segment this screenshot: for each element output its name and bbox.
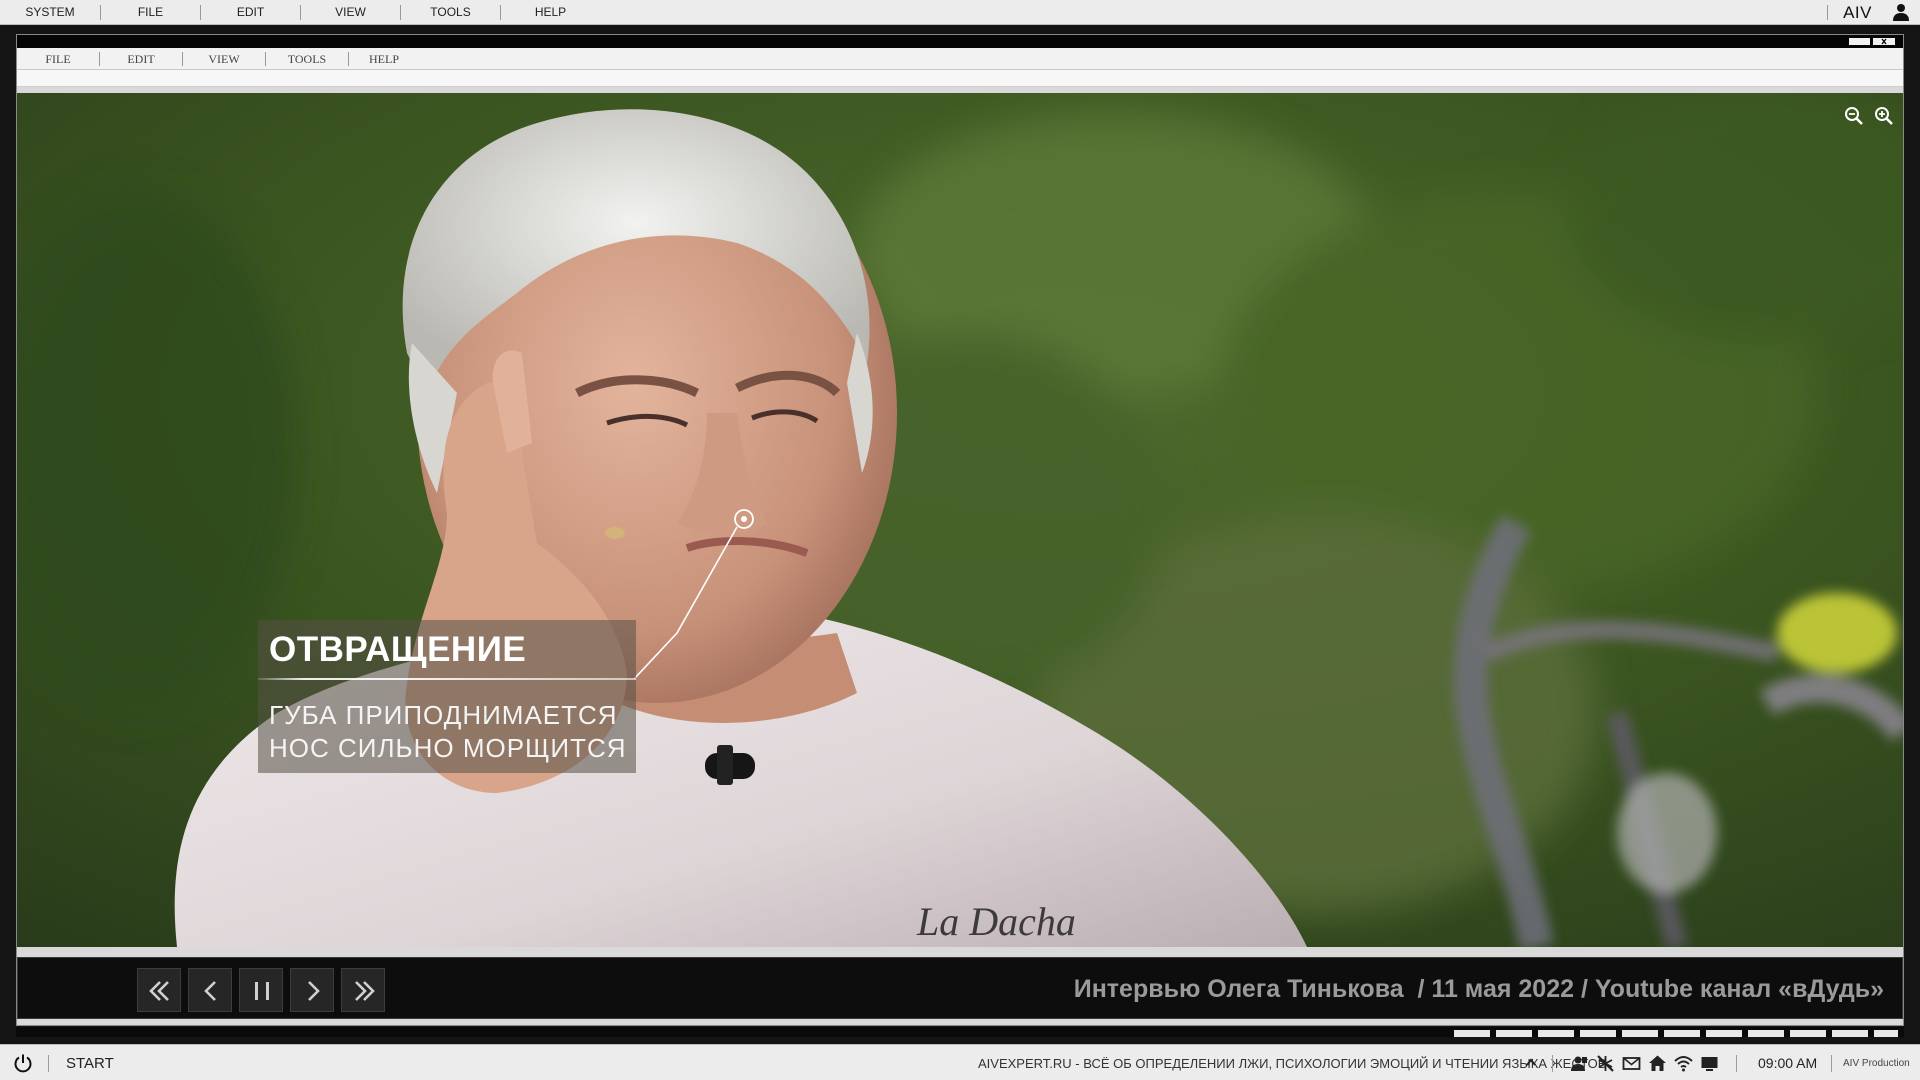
- production-credit: AIV Production: [1843, 1058, 1910, 1069]
- start-button[interactable]: START: [66, 1045, 114, 1080]
- menu-divider: [1827, 5, 1828, 20]
- minimize-button[interactable]: [1849, 38, 1870, 45]
- double-chevron-left-icon: [149, 981, 169, 1001]
- user-icon[interactable]: [1570, 1054, 1589, 1073]
- timeline-segment: [1874, 1030, 1898, 1037]
- caption-underline: [258, 678, 636, 680]
- pause-icon: [255, 982, 269, 1000]
- zoom-out-icon[interactable]: [1843, 105, 1865, 127]
- taskbar-divider: [1552, 1055, 1553, 1072]
- wifi-icon[interactable]: [1674, 1054, 1693, 1073]
- app-menu-tools[interactable]: TOOLS: [266, 48, 348, 70]
- video-frame: La Dacha: [17, 93, 1903, 947]
- system-menu: SYSTEM FILE EDIT VIEW TOOLS HELP: [0, 0, 600, 25]
- chevron-left-icon: [204, 981, 216, 1001]
- system-menu-file[interactable]: FILE: [101, 0, 200, 25]
- taskbar-divider: [48, 1055, 49, 1072]
- power-icon[interactable]: [13, 1053, 33, 1073]
- timeline-segment: [1454, 1030, 1490, 1037]
- timeline-segment: [1748, 1030, 1784, 1037]
- system-menu-view[interactable]: VIEW: [301, 0, 400, 25]
- brand-label: AIV: [1843, 3, 1872, 22]
- shirt-print-text: La Dacha: [916, 899, 1076, 944]
- system-menu-system[interactable]: SYSTEM: [0, 0, 100, 25]
- timeline-strip[interactable]: [16, 1027, 1904, 1037]
- timeline-segment: [1832, 1030, 1868, 1037]
- taskbar-divider: [1831, 1055, 1832, 1072]
- toolbar-strip: [17, 70, 1903, 87]
- close-icon: [1881, 38, 1887, 45]
- next-button[interactable]: [290, 968, 334, 1012]
- app-menu-edit[interactable]: EDIT: [100, 48, 182, 70]
- emotion-caption: ОТВРАЩЕНИЕ ГУБА ПРИПОДНИМАЕТСЯ НОС СИЛЬН…: [258, 620, 636, 773]
- system-menu-edit[interactable]: EDIT: [201, 0, 300, 25]
- video-source-label: Интервью Олега Тинькова / 11 мая 2022 / …: [1073, 975, 1884, 1003]
- clock: 09:00 AM: [1758, 1055, 1818, 1071]
- network-off-icon[interactable]: [1596, 1054, 1615, 1073]
- emotion-title: ОТВРАЩЕНИЕ: [269, 630, 527, 669]
- taskbar: START AIVEXPERT.RU - ВСЁ ОБ ОПРЕДЕЛЕНИИ …: [0, 1044, 1920, 1080]
- double-chevron-right-icon: [355, 981, 375, 1001]
- timeline-segment: [1538, 1030, 1574, 1037]
- timeline-segment: [1664, 1030, 1700, 1037]
- app-menu-file[interactable]: FILE: [17, 48, 99, 70]
- video-viewport[interactable]: La Dacha ОТВРАЩЕНИЕ ГУБА ПРИПОДНИМАЕТСЯ …: [17, 93, 1903, 947]
- rewind-button[interactable]: [137, 968, 181, 1012]
- player-window: FILE EDIT VIEW TOOLS HELP La Dacha ОТВРА…: [16, 34, 1904, 1026]
- system-menu-bar: SYSTEM FILE EDIT VIEW TOOLS HELP AIV: [0, 0, 1920, 25]
- timeline-segment: [1496, 1030, 1532, 1037]
- system-menu-tools[interactable]: TOOLS: [401, 0, 500, 25]
- pause-button[interactable]: [239, 968, 283, 1012]
- timeline-segment: [1622, 1030, 1658, 1037]
- app-menu-view[interactable]: VIEW: [183, 48, 265, 70]
- previous-button[interactable]: [188, 968, 232, 1012]
- chevron-right-icon: [308, 981, 320, 1001]
- system-menu-help[interactable]: HELP: [501, 0, 600, 25]
- timeline-segment: [1706, 1030, 1742, 1037]
- zoom-in-icon[interactable]: [1873, 105, 1895, 127]
- user-icon[interactable]: [1892, 3, 1910, 21]
- timeline-segment: [1580, 1030, 1616, 1037]
- caption-line-2: НОС СИЛЬНО МОРЩИТСЯ: [269, 733, 627, 763]
- taskbar-divider: [1736, 1055, 1737, 1072]
- playback-controls: Интервью Олега Тинькова / 11 мая 2022 / …: [17, 957, 1903, 1019]
- fast-forward-button[interactable]: [341, 968, 385, 1012]
- display-icon[interactable]: [1700, 1054, 1719, 1073]
- home-icon[interactable]: [1648, 1054, 1667, 1073]
- window-titlebar: [17, 35, 1903, 48]
- caption-line-1: ГУБА ПРИПОДНИМАЕТСЯ: [269, 700, 618, 730]
- chevron-up-icon[interactable]: [1524, 1055, 1538, 1069]
- news-ticker: AIVEXPERT.RU - ВСЁ ОБ ОПРЕДЕЛЕНИИ ЛЖИ, П…: [978, 1056, 1607, 1071]
- app-menu-bar: FILE EDIT VIEW TOOLS HELP: [17, 48, 1903, 70]
- app-menu-help[interactable]: HELP: [349, 48, 419, 70]
- mail-icon[interactable]: [1622, 1054, 1641, 1073]
- close-button[interactable]: [1873, 38, 1895, 45]
- timeline-segment: [1790, 1030, 1826, 1037]
